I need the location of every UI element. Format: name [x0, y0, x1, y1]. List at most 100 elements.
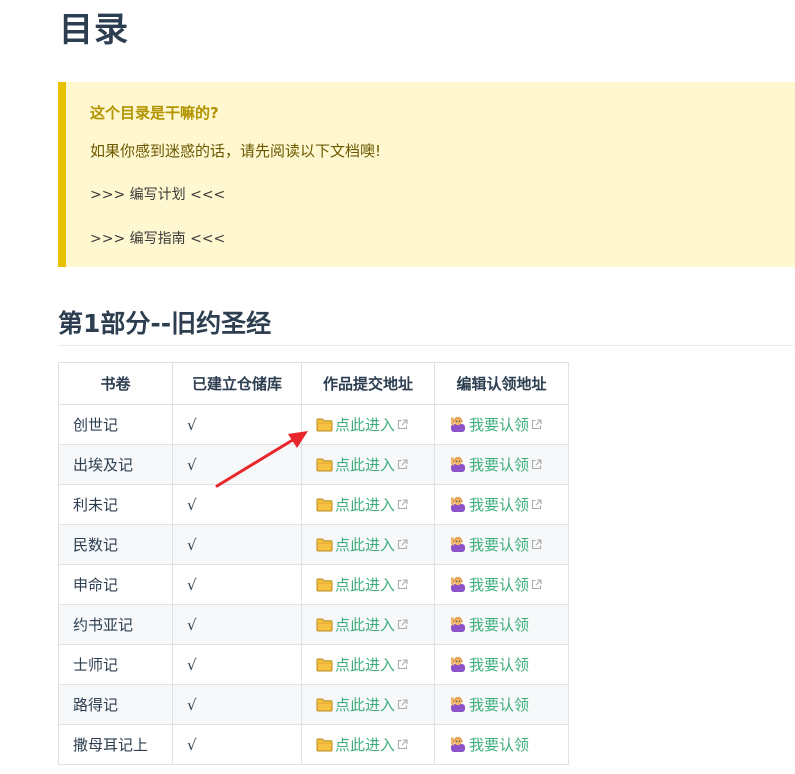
section-title: 第1部分--旧约圣经	[58, 309, 272, 338]
page: 目录 这个目录是干嘛的? 如果你感到迷惑的话，请先阅读以下文档噢! >>> 编写…	[0, 0, 795, 774]
books-table: 书卷 已建立仓储库 作品提交地址 编辑认领地址 创世记 √ 点此进入 我要认领 出埃及记…	[58, 362, 569, 765]
claim-cell: 我要认领	[434, 404, 569, 445]
book-name: 申命记	[58, 564, 173, 605]
submit-label: 点此进入	[335, 575, 396, 594]
submit-link[interactable]: 点此进入	[316, 616, 408, 634]
book-name: 创世记	[58, 404, 173, 445]
person-raising-hand-icon	[449, 654, 467, 676]
submit-cell: 点此进入	[301, 604, 435, 645]
claim-link[interactable]: 我要认领	[449, 696, 529, 714]
submit-label: 点此进入	[335, 695, 396, 714]
person-raising-hand-icon	[449, 614, 467, 636]
claim-cell: 我要认领	[434, 564, 569, 605]
writing-guide-link[interactable]: >>> 编写指南 <<<	[90, 228, 225, 248]
claim-cell: 我要认领	[434, 644, 569, 685]
submit-label: 点此进入	[335, 615, 396, 634]
submit-cell: 点此进入	[301, 444, 435, 485]
table-row: 创世记 √ 点此进入 我要认领	[58, 404, 569, 445]
claim-link[interactable]: 我要认领	[449, 536, 542, 554]
created-mark: √	[172, 484, 302, 525]
submit-link[interactable]: 点此进入	[316, 576, 408, 594]
submit-link[interactable]: 点此进入	[316, 736, 408, 754]
header-book: 书卷	[58, 362, 173, 405]
external-link-icon	[397, 536, 408, 554]
person-raising-hand-icon	[449, 734, 467, 756]
table-body: 创世记 √ 点此进入 我要认领 出埃及记 √ 点此进入 我要认领 利未记 √ 点此进入 我要认领 民数记…	[58, 404, 569, 765]
claim-link[interactable]: 我要认领	[449, 656, 529, 674]
claim-link[interactable]: 我要认领	[449, 456, 542, 474]
folder-icon	[316, 538, 333, 556]
book-name: 路得记	[58, 684, 173, 725]
claim-link[interactable]: 我要认领	[449, 416, 542, 434]
person-raising-hand-icon	[449, 534, 467, 556]
book-name: 民数记	[58, 524, 173, 565]
external-link-icon	[531, 456, 542, 474]
folder-icon	[316, 618, 333, 636]
submit-label: 点此进入	[335, 495, 396, 514]
claim-label: 我要认领	[469, 615, 530, 634]
book-name: 出埃及记	[58, 444, 173, 485]
submit-link[interactable]: 点此进入	[316, 536, 408, 554]
person-raising-hand-icon	[449, 414, 467, 436]
submit-link[interactable]: 点此进入	[316, 656, 408, 674]
folder-icon	[316, 458, 333, 476]
folder-icon	[316, 578, 333, 596]
submit-link[interactable]: 点此进入	[316, 416, 408, 434]
table-header-row: 书卷 已建立仓储库 作品提交地址 编辑认领地址	[58, 362, 569, 405]
created-mark: √	[172, 644, 302, 685]
table-row: 路得记 √ 点此进入 我要认领	[58, 684, 569, 725]
external-link-icon	[397, 616, 408, 634]
claim-link[interactable]: 我要认领	[449, 616, 529, 634]
claim-link[interactable]: 我要认领	[449, 576, 542, 594]
external-link-icon	[397, 456, 408, 474]
claim-cell: 我要认领	[434, 524, 569, 565]
created-mark: √	[172, 684, 302, 725]
person-raising-hand-icon	[449, 694, 467, 716]
table-row: 撒母耳记上 √ 点此进入 我要认领	[58, 724, 569, 765]
external-link-icon	[397, 576, 408, 594]
header-created: 已建立仓储库	[172, 362, 302, 405]
folder-icon	[316, 698, 333, 716]
external-link-icon	[397, 656, 408, 674]
claim-label: 我要认领	[469, 495, 530, 514]
external-link-icon	[531, 536, 542, 554]
claim-label: 我要认领	[469, 735, 530, 754]
page-title: 目录	[59, 10, 129, 50]
folder-icon	[316, 498, 333, 516]
person-raising-hand-icon	[449, 494, 467, 516]
writing-plan-link[interactable]: >>> 编写计划 <<<	[90, 184, 225, 204]
submit-label: 点此进入	[335, 735, 396, 754]
header-submit: 作品提交地址	[301, 362, 435, 405]
claim-cell: 我要认领	[434, 444, 569, 485]
claim-label: 我要认领	[469, 655, 530, 674]
submit-cell: 点此进入	[301, 684, 435, 725]
book-name: 约书亚记	[58, 604, 173, 645]
submit-link[interactable]: 点此进入	[316, 456, 408, 474]
created-mark: √	[172, 444, 302, 485]
claim-link[interactable]: 我要认领	[449, 496, 542, 514]
book-name: 利未记	[58, 484, 173, 525]
submit-link[interactable]: 点此进入	[316, 496, 408, 514]
claim-cell: 我要认领	[434, 724, 569, 765]
claim-cell: 我要认领	[434, 484, 569, 525]
book-name: 士师记	[58, 644, 173, 685]
person-raising-hand-icon	[449, 454, 467, 476]
claim-label: 我要认领	[469, 535, 530, 554]
claim-link[interactable]: 我要认领	[449, 736, 529, 754]
created-mark: √	[172, 524, 302, 565]
submit-cell: 点此进入	[301, 484, 435, 525]
external-link-icon	[397, 736, 408, 754]
table-row: 利未记 √ 点此进入 我要认领	[58, 484, 569, 525]
submit-cell: 点此进入	[301, 524, 435, 565]
table-row: 士师记 √ 点此进入 我要认领	[58, 644, 569, 685]
external-link-icon	[397, 496, 408, 514]
submit-link[interactable]: 点此进入	[316, 696, 408, 714]
table-row: 出埃及记 √ 点此进入 我要认领	[58, 444, 569, 485]
table-row: 民数记 √ 点此进入 我要认领	[58, 524, 569, 565]
folder-icon	[316, 738, 333, 756]
book-name: 撒母耳记上	[58, 724, 173, 765]
submit-cell: 点此进入	[301, 404, 435, 445]
claim-label: 我要认领	[469, 415, 530, 434]
created-mark: √	[172, 724, 302, 765]
person-raising-hand-icon	[449, 574, 467, 596]
